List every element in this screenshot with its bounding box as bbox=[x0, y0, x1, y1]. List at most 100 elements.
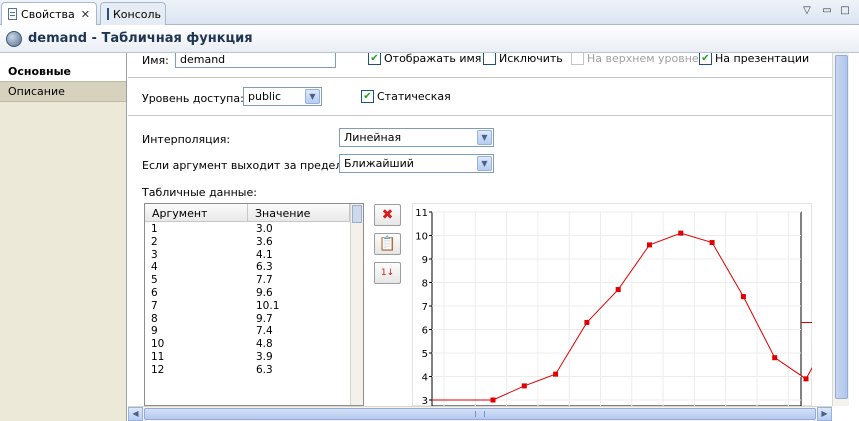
column-header-argument[interactable]: Аргумент bbox=[145, 204, 248, 222]
cell-argument[interactable]: 10 bbox=[145, 338, 255, 351]
paste-button[interactable]: 📋 bbox=[374, 233, 401, 255]
sort-button[interactable]: 1↓ bbox=[374, 262, 401, 284]
top-level-checkbox[interactable]: На верхнем уровне bbox=[571, 53, 699, 65]
cell-value[interactable]: 4.1 bbox=[255, 249, 350, 262]
table-row[interactable]: 11 3.9 bbox=[145, 351, 350, 364]
table-body: 1 3.0 2 3.6 3 4.1 4 6.3 5 7.7 6 9.6 7 10.1 8 9.7… bbox=[145, 223, 350, 377]
close-icon[interactable]: ✕ bbox=[81, 8, 90, 21]
cell-argument[interactable]: 5 bbox=[145, 274, 255, 287]
vertical-scrollbar[interactable] bbox=[832, 53, 849, 406]
y-tick-label: 7 bbox=[422, 302, 428, 313]
cell-argument[interactable]: 9 bbox=[145, 325, 255, 338]
properties-content: Имя: demand ✔ Отображать имя Исключить Н… bbox=[128, 53, 832, 406]
cell-value[interactable]: 4.8 bbox=[255, 338, 350, 351]
static-checkbox[interactable]: ✔ Статическая bbox=[361, 90, 451, 103]
scrollbar-thumb[interactable] bbox=[352, 205, 362, 223]
cell-value[interactable]: 7.4 bbox=[255, 325, 350, 338]
properties-icon bbox=[8, 8, 18, 20]
data-table[interactable]: Аргумент Значение 1 3.0 2 3.6 3 4.1 4 6.3 57… bbox=[144, 203, 364, 406]
table-row[interactable]: 7 10.1 bbox=[145, 300, 350, 313]
y-tick-label: 3 bbox=[422, 396, 428, 406]
chevron-down-icon[interactable]: ▼ bbox=[477, 130, 492, 145]
interpolation-label: Интерполяция: bbox=[142, 133, 231, 146]
scroll-right-icon[interactable]: ▶ bbox=[817, 407, 832, 421]
data-point bbox=[772, 355, 778, 361]
data-point bbox=[678, 230, 684, 236]
exclude-checkbox[interactable]: Исключить bbox=[483, 53, 563, 65]
on-presentation-label: На презентации bbox=[715, 53, 810, 65]
y-tick-label: 6 bbox=[422, 326, 428, 337]
cell-argument[interactable]: 1 bbox=[145, 223, 255, 236]
outside-range-value: Ближайший bbox=[344, 157, 414, 170]
on-presentation-check[interactable]: ✔ bbox=[699, 53, 712, 65]
table-header: Аргумент Значение bbox=[145, 204, 350, 222]
chevron-down-icon[interactable]: ▼ bbox=[477, 156, 492, 171]
table-function-icon bbox=[6, 30, 22, 47]
access-value: public bbox=[248, 90, 282, 103]
table-row[interactable]: 2 3.6 bbox=[145, 236, 350, 249]
minimize-icon[interactable]: ▭ bbox=[820, 4, 834, 18]
console-icon bbox=[107, 8, 109, 20]
column-header-value[interactable]: Значение bbox=[248, 204, 350, 222]
cell-argument[interactable]: 8 bbox=[145, 313, 255, 326]
horizontal-scrollbar[interactable]: ◀ ▶ bbox=[128, 406, 832, 421]
cell-value[interactable]: 6.3 bbox=[255, 364, 350, 377]
table-row[interactable]: 1 3.0 bbox=[145, 223, 350, 236]
properties-header: demand - Табличная функция bbox=[0, 25, 859, 53]
table-row[interactable]: 9 7.4 bbox=[145, 325, 350, 338]
exclude-check[interactable] bbox=[483, 53, 496, 65]
cell-value[interactable]: 3.0 bbox=[255, 223, 350, 236]
table-row[interactable]: 5 7.7 bbox=[145, 274, 350, 287]
data-point bbox=[615, 287, 621, 293]
delete-icon: ✖ bbox=[381, 207, 394, 223]
table-row[interactable]: 10 4.8 bbox=[145, 338, 350, 351]
cell-argument[interactable]: 4 bbox=[145, 261, 255, 274]
cell-value[interactable]: 3.6 bbox=[255, 236, 350, 249]
static-check[interactable]: ✔ bbox=[361, 90, 374, 103]
cell-value[interactable]: 9.7 bbox=[255, 313, 350, 326]
top-level-check[interactable] bbox=[571, 53, 584, 65]
show-name-check[interactable]: ✔ bbox=[368, 53, 381, 65]
on-presentation-checkbox[interactable]: ✔ На презентации bbox=[699, 53, 809, 65]
cell-argument[interactable]: 2 bbox=[145, 236, 255, 249]
view-menu-icon[interactable]: ▽ bbox=[800, 4, 814, 18]
access-select[interactable]: public ▼ bbox=[243, 87, 322, 106]
data-point bbox=[521, 383, 527, 389]
nav-item-description[interactable]: Описание bbox=[0, 82, 126, 102]
chevron-down-icon[interactable]: ▼ bbox=[305, 89, 320, 104]
name-field[interactable]: demand bbox=[175, 53, 336, 68]
tab-console[interactable]: Консоль bbox=[100, 2, 166, 25]
cell-argument[interactable]: 7 bbox=[145, 300, 255, 313]
table-scrollbar[interactable] bbox=[350, 204, 363, 405]
divider bbox=[128, 77, 832, 78]
delete-row-button[interactable]: ✖ bbox=[374, 204, 401, 226]
y-tick-label: 8 bbox=[422, 279, 428, 290]
cell-value[interactable]: 10.1 bbox=[255, 300, 350, 313]
cell-value[interactable]: 9.6 bbox=[255, 287, 350, 300]
scroll-left-icon[interactable]: ◀ bbox=[128, 407, 143, 421]
table-row[interactable]: 6 9.6 bbox=[145, 287, 350, 300]
cell-argument[interactable]: 6 bbox=[145, 287, 255, 300]
table-row[interactable]: 4 6.3 bbox=[145, 261, 350, 274]
cell-argument[interactable]: 11 bbox=[145, 351, 255, 364]
table-row[interactable]: 3 4.1 bbox=[145, 249, 350, 262]
tab-properties-label: Свойства bbox=[21, 7, 75, 21]
table-row[interactable]: 8 9.7 bbox=[145, 313, 350, 326]
cell-value[interactable]: 3.9 bbox=[255, 351, 350, 364]
name-label: Имя: bbox=[142, 54, 169, 67]
interpolation-select[interactable]: Линейная ▼ bbox=[339, 128, 494, 147]
cell-value[interactable]: 6.3 bbox=[255, 261, 350, 274]
outside-range-select[interactable]: Ближайший ▼ bbox=[339, 154, 494, 173]
cell-argument[interactable]: 12 bbox=[145, 364, 255, 377]
scrollbar-thumb[interactable] bbox=[144, 408, 816, 420]
nav-item-main[interactable]: Основные bbox=[0, 53, 126, 82]
show-name-checkbox[interactable]: ✔ Отображать имя bbox=[368, 53, 481, 65]
maximize-icon[interactable]: □ bbox=[838, 4, 852, 18]
data-point bbox=[584, 319, 590, 325]
cell-value[interactable]: 7.7 bbox=[255, 274, 350, 287]
line-chart: 3 4 5 6 7 8 9 10 11 bbox=[412, 203, 812, 406]
table-row[interactable]: 12 6.3 bbox=[145, 364, 350, 377]
tab-properties[interactable]: Свойства ✕ bbox=[1, 2, 97, 25]
scrollbar-thumb[interactable] bbox=[835, 55, 848, 399]
cell-argument[interactable]: 3 bbox=[145, 249, 255, 262]
